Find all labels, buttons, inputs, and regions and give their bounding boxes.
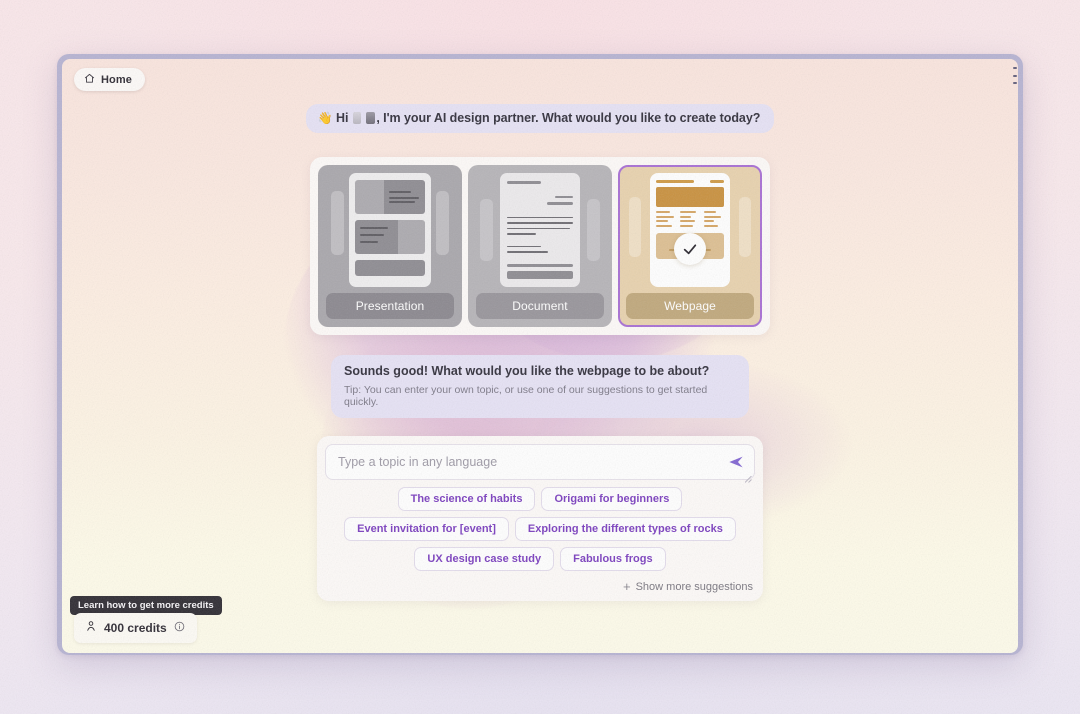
thumb-side-panel — [480, 199, 493, 261]
assistant-reply-bubble: Sounds good! What would you like the web… — [331, 355, 749, 418]
thumb-slide — [355, 260, 425, 276]
textarea-resize-handle[interactable] — [744, 470, 752, 483]
type-card-presentation[interactable]: Presentation — [318, 165, 462, 327]
topic-composer: The science of habits Origami for beginn… — [317, 436, 763, 601]
suggestion-chip[interactable]: Exploring the different types of rocks — [514, 517, 736, 541]
thumb-slide — [355, 220, 425, 254]
plus-icon: + — [623, 579, 631, 594]
topic-input[interactable] — [338, 455, 720, 469]
info-icon[interactable] — [174, 619, 185, 637]
wave-emoji-icon: 👋 — [317, 111, 333, 125]
send-icon[interactable] — [727, 453, 745, 471]
home-icon — [84, 71, 95, 89]
thumb-sheet — [500, 173, 580, 287]
credits-amount: 400 credits — [104, 621, 167, 635]
type-card-label: Webpage — [626, 293, 754, 319]
name-placeholder-glyph — [352, 112, 361, 124]
document-thumbnail — [476, 173, 604, 287]
selected-check-icon — [674, 233, 706, 265]
suggestion-chip[interactable]: Event invitation for [event] — [344, 517, 509, 541]
person-icon — [85, 619, 97, 637]
suggestion-chip[interactable]: Origami for beginners — [541, 487, 683, 511]
suggestion-chip[interactable]: UX design case study — [414, 547, 555, 571]
artifact-type-picker: Presentation Document Webpage — [310, 157, 770, 335]
window-resize-grip[interactable] — [1012, 67, 1017, 84]
reply-tip: Tip: You can enter your own topic, or us… — [344, 384, 708, 408]
chat-stack: 👋 Hi , I'm your AI design partner. What … — [62, 104, 1018, 601]
thumb-sheet — [349, 173, 431, 287]
thumb-side-panel — [739, 197, 751, 257]
home-button[interactable]: Home — [74, 68, 145, 91]
app-window-frame: Home 👋 Hi , I'm your AI design partner. … — [57, 54, 1023, 655]
type-card-label: Document — [476, 293, 604, 319]
show-more-suggestions-button[interactable]: + Show more suggestions — [325, 580, 755, 593]
suggestion-chip[interactable]: Fabulous frogs — [560, 547, 666, 571]
show-more-label: Show more suggestions — [635, 580, 753, 593]
app-canvas: Home 👋 Hi , I'm your AI design partner. … — [62, 59, 1018, 653]
thumb-sheet — [650, 173, 730, 287]
assistant-greeting-bubble: 👋 Hi , I'm your AI design partner. What … — [305, 104, 775, 133]
thumb-side-panel — [331, 191, 344, 255]
type-card-label: Presentation — [326, 293, 454, 319]
thumb-side-panel — [587, 199, 600, 261]
type-card-webpage[interactable]: Webpage — [618, 165, 762, 327]
topic-input-wrapper[interactable] — [325, 444, 755, 483]
reply-question: Sounds good! What would you like the web… — [344, 364, 710, 378]
thumb-side-panel — [629, 197, 641, 257]
thumb-side-panel — [436, 191, 449, 255]
type-card-document[interactable]: Document — [468, 165, 612, 327]
name-placeholder-glyph — [366, 112, 376, 124]
webpage-thumbnail — [626, 173, 754, 287]
thumb-slide — [355, 180, 425, 214]
greeting-suffix: , I'm your AI design partner. What would… — [376, 111, 761, 125]
suggestion-chip-list: The science of habits Origami for beginn… — [325, 487, 755, 571]
credits-button[interactable]: 400 credits — [74, 613, 197, 643]
home-label: Home — [101, 73, 132, 86]
suggestion-chip[interactable]: The science of habits — [397, 487, 536, 511]
presentation-thumbnail — [326, 173, 454, 287]
greeting-prefix: Hi — [336, 111, 349, 125]
